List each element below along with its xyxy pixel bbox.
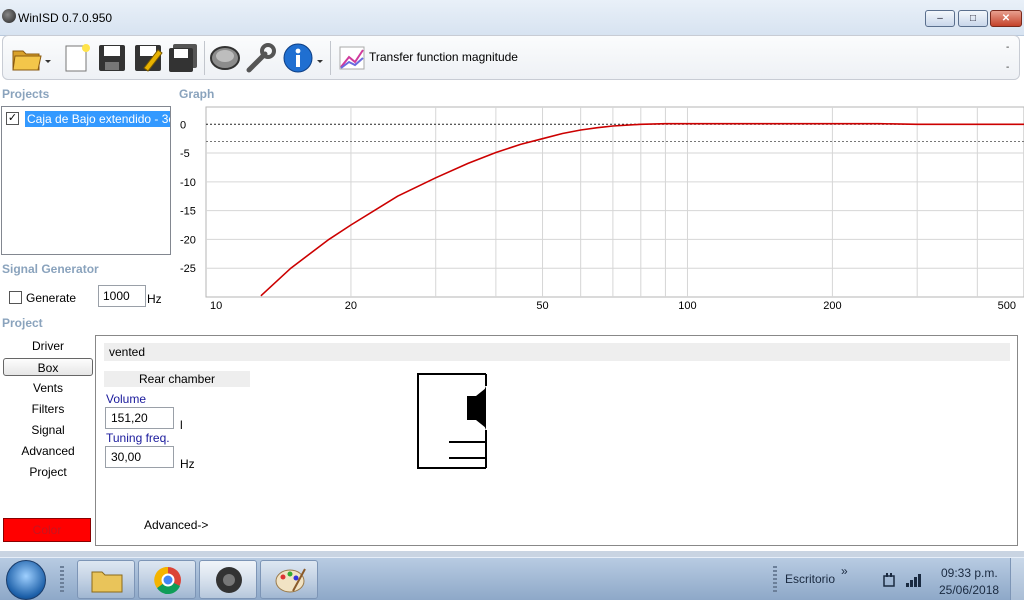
x-tick-label: 500 (998, 300, 1016, 312)
toolbar-dash-bottom: - (1006, 62, 1010, 73)
open-dropdown-arrow-icon[interactable] (43, 42, 53, 74)
graph-icon[interactable] (337, 42, 367, 74)
clock-time[interactable]: 09:33 p.m. (941, 566, 998, 580)
winisd-app-icon (2, 9, 16, 23)
y-tick-label: -20 (180, 234, 196, 246)
paint-icon[interactable] (260, 560, 318, 599)
tuning-freq-label: Tuning freq. (106, 431, 170, 445)
x-tick-label: 50 (536, 300, 548, 312)
project-checkbox[interactable]: ✓ (6, 112, 19, 125)
volume-label: Volume (106, 392, 147, 406)
generate-checkbox[interactable] (9, 291, 22, 304)
window-title: WinISD 0.7.0.950 (18, 11, 113, 25)
signal-generator-heading: Signal Generator (2, 262, 99, 276)
graph-type-selector[interactable]: Transfer function magnitude (369, 50, 518, 64)
tray-grip (773, 566, 777, 592)
taskbar: Escritorio » 09:33 p.m. 25/06/2018 (0, 557, 1024, 600)
tools-icon[interactable] (245, 42, 277, 74)
transfer-function-chart: 0 -5 -10 -15 -20 -25 10 20 50 100 200 500 (180, 106, 1024, 312)
taskbar-grip (60, 566, 64, 592)
toolbar-separator (330, 41, 331, 75)
toolbar: Transfer function magnitude - - (2, 35, 1020, 80)
toolbar-dash-top: - (1006, 42, 1010, 53)
tuning-freq-input[interactable]: 30,00 (105, 446, 174, 468)
volume-input[interactable]: 151,20 (105, 407, 174, 429)
vented-box-diagram-icon (417, 373, 487, 469)
minimize-button[interactable]: – (925, 10, 955, 27)
x-tick-label: 10 (210, 300, 222, 312)
file-explorer-icon[interactable] (77, 560, 135, 599)
advanced-link[interactable]: Advanced-> (144, 518, 208, 532)
nav-box[interactable]: Box (3, 358, 93, 376)
y-tick-label: -5 (180, 148, 190, 160)
y-tick-label: 0 (180, 119, 186, 131)
box-type-selector[interactable]: vented (104, 343, 1010, 361)
network-signal-icon[interactable] (905, 572, 923, 588)
save-as-icon[interactable] (132, 42, 164, 74)
save-icon[interactable] (96, 42, 128, 74)
tuning-freq-unit: Hz (180, 457, 195, 471)
nav-signal[interactable]: Signal (3, 421, 93, 439)
close-button[interactable]: ✕ (990, 10, 1022, 27)
new-project-icon[interactable] (61, 42, 93, 74)
info-dropdown-arrow-icon[interactable] (315, 42, 325, 74)
project-row[interactable]: ✓ Caja de Bajo extendido - 3c (6, 111, 170, 127)
graph-heading: Graph (179, 87, 215, 101)
chevron-icon[interactable]: » (841, 564, 848, 578)
x-tick-label: 200 (823, 300, 841, 312)
y-tick-label: -10 (180, 177, 196, 189)
power-icon[interactable] (882, 572, 896, 588)
nav-filters[interactable]: Filters (3, 400, 93, 418)
y-tick-label: -25 (180, 263, 196, 275)
projects-list: ✓ Caja de Bajo extendido - 3c (1, 106, 171, 255)
nav-driver[interactable]: Driver (3, 337, 93, 355)
box-panel: vented Rear chamber Volume 151,20 l Tuni… (95, 335, 1018, 546)
save-all-icon[interactable] (167, 42, 199, 74)
generator-frequency-input[interactable]: 1000 (98, 285, 146, 307)
nav-advanced[interactable]: Advanced (3, 442, 93, 460)
volume-unit: l (180, 418, 183, 432)
toolbar-separator (204, 41, 205, 75)
project-heading: Project (2, 316, 43, 330)
nav-project[interactable]: Project (3, 463, 93, 481)
show-desktop-button[interactable] (1010, 558, 1024, 600)
maximize-button[interactable]: □ (958, 10, 988, 27)
title-bar: WinISD 0.7.0.950 – □ ✕ (0, 0, 1024, 36)
generate-label: Generate (26, 291, 77, 305)
start-button[interactable] (6, 560, 46, 600)
generator-frequency-unit: Hz (147, 292, 162, 306)
clock-date[interactable]: 25/06/2018 (939, 583, 999, 597)
nav-vents[interactable]: Vents (3, 379, 93, 397)
x-tick-label: 100 (678, 300, 696, 312)
chrome-icon[interactable] (138, 560, 196, 599)
winisd-icon[interactable] (199, 560, 257, 599)
info-icon[interactable] (282, 42, 314, 74)
y-tick-label: -15 (180, 206, 196, 218)
projects-heading: Projects (2, 87, 50, 101)
driver-icon[interactable] (209, 42, 241, 74)
project-item-label[interactable]: Caja de Bajo extendido - 3c (25, 111, 170, 127)
x-tick-label: 20 (345, 300, 357, 312)
desktop-toolbar-label[interactable]: Escritorio (785, 572, 835, 586)
open-folder-icon[interactable] (11, 42, 43, 74)
rear-chamber-header: Rear chamber (104, 371, 250, 387)
color-button[interactable]: Color (3, 518, 91, 542)
